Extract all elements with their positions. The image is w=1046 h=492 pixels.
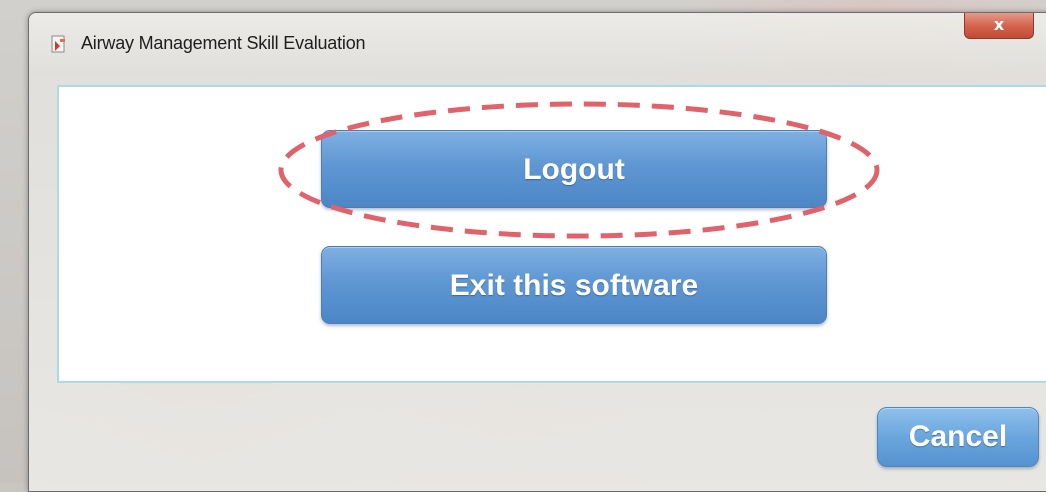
dialog-window: Airway Management Skill Evaluation x Log… [28, 12, 1046, 492]
app-icon [51, 35, 65, 53]
exit-software-button[interactable]: Exit this software [321, 246, 827, 324]
window-title: Airway Management Skill Evaluation [81, 33, 366, 53]
title-bar[interactable]: Airway Management Skill Evaluation x [29, 13, 1046, 71]
logout-button[interactable]: Logout [321, 130, 827, 208]
cancel-button[interactable]: Cancel [877, 407, 1039, 467]
close-button[interactable]: x [964, 13, 1034, 39]
close-icon: x [993, 15, 1005, 34]
